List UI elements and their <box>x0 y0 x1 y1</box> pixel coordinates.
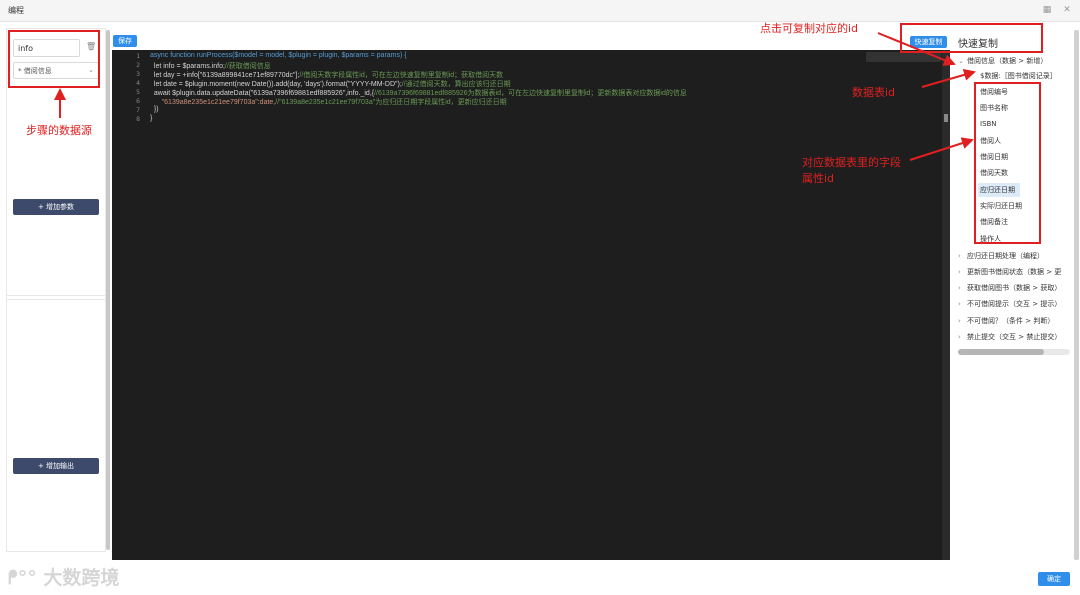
chevron-down-icon: ⌄ <box>958 57 964 65</box>
code-comment: //通过借阅天数，算出应该归还日期 <box>401 81 511 88</box>
grid-icon[interactable]: ▦ <box>1042 5 1052 15</box>
tree-node-label: 获取借阅图书（数据 > 获取） <box>967 284 1062 292</box>
chevron-right-icon: › <box>958 268 961 276</box>
tree-node[interactable]: › 应归还日期处理（编程） <box>958 251 1044 261</box>
line-number: 3 <box>136 70 140 78</box>
annotation-box-data-source <box>8 30 100 88</box>
line-number: 5 <box>136 88 140 96</box>
left-panel: info 🗑 * 借阅信息 ⌄ + 增加参数 + 增加输出 <box>6 28 106 552</box>
outputs-section: + 增加输出 <box>7 299 105 553</box>
tree-node[interactable]: › 更新图书借阅状态（数据 > 更 <box>958 267 1061 277</box>
code-line: }) <box>150 106 159 113</box>
code-comment: //借阅天数字段属性id，可在左边快速复制里复制id；获取借阅天数 <box>299 72 504 79</box>
tree-node-table[interactable]: $数据:［图书借阅记录］ <box>980 71 1057 81</box>
title-bar: 编程 ▦ ✕ <box>0 0 1080 22</box>
code-editor[interactable]: 1 2 3 4 5 6 7 8 async function runProces… <box>112 50 950 560</box>
tree-node[interactable]: › 获取借阅图书（数据 > 获取） <box>958 283 1061 293</box>
chevron-right-icon: › <box>958 317 961 325</box>
tree-horizontal-scrollbar[interactable] <box>958 349 1070 355</box>
annotation-field-id-line2: 属性id <box>802 172 835 185</box>
tree-node[interactable]: › 不可借阅提示（交互 > 提示） <box>958 299 1061 309</box>
annotation-box-fields <box>974 82 1041 244</box>
code-comment: //6139a7396f69881edf885926为数据表id，可在左边快速复… <box>374 90 687 97</box>
left-scrollbar[interactable] <box>106 30 110 550</box>
add-output-button[interactable]: + 增加输出 <box>13 458 99 474</box>
code-line: } <box>150 115 153 122</box>
annotation-data-source: 步骤的数据源 <box>26 124 92 137</box>
close-icon[interactable]: ✕ <box>1062 5 1072 15</box>
line-number: 4 <box>136 79 140 87</box>
ok-button[interactable]: 确定 <box>1038 572 1070 586</box>
code-comment: //获取借阅信息 <box>224 63 271 70</box>
add-param-button[interactable]: + 增加参数 <box>13 199 99 215</box>
window-title: 编程 <box>8 6 24 15</box>
editor-scrollbar[interactable] <box>942 50 950 560</box>
line-number: 2 <box>136 61 140 69</box>
code-text: await $plugin.data.updateData("6139a7396… <box>150 90 375 97</box>
tree-node-label: 更新图书借阅状态（数据 > 更 <box>967 268 1062 276</box>
line-number: 8 <box>136 115 140 123</box>
watermark-logo-icon: ᖰ°° <box>8 567 37 589</box>
line-number: 6 <box>136 97 140 105</box>
annotation-box-quick-copy <box>900 23 1043 53</box>
chevron-right-icon: › <box>958 300 961 308</box>
annotation-field-id-line1: 对应数据表里的字段 <box>802 156 901 169</box>
tree-node-label: 应归还日期处理（编程） <box>967 252 1044 260</box>
code-text: let date = $plugin.moment(new Date()).ad… <box>150 81 402 88</box>
tree-node-label: $数据:［图书借阅记录］ <box>980 72 1057 80</box>
line-number: 7 <box>136 106 140 114</box>
chevron-right-icon: › <box>958 284 961 292</box>
chevron-right-icon: › <box>958 252 961 260</box>
tree-node[interactable]: › 禁止提交（交互 > 禁止提交） <box>958 332 1061 342</box>
line-gutter: 1 2 3 4 5 6 7 8 <box>112 50 146 560</box>
code-text: let info = $params.info; <box>150 63 225 70</box>
code-line: async function runProcess($model = model… <box>150 52 407 59</box>
tree-node-label: 不可借阅提示（交互 > 提示） <box>967 300 1062 308</box>
watermark: ᖰ°° 大数跨境 <box>8 563 119 590</box>
annotation-table-id: 数据表id <box>852 86 896 99</box>
tree-node[interactable]: › 不可借阅？（条件 > 判断） <box>958 316 1054 326</box>
annotation-click-copy: 点击可复制对应的id <box>760 22 859 35</box>
editor-minimap[interactable] <box>866 52 941 62</box>
code-text: let day = +info["6139a899841ce71ef89770d… <box>150 72 300 79</box>
code-comment: //"6139a8e235e1c21ee79f703a"为应归还日期字段属性id… <box>275 99 507 106</box>
editor-scroll-thumb[interactable] <box>944 114 948 122</box>
tree-node-label: 禁止提交（交互 > 禁止提交） <box>967 333 1062 341</box>
code-line: "6139a8e235e1c21ee79f703a":date,//"6139a… <box>150 97 507 107</box>
save-button[interactable]: 保存 <box>113 35 137 47</box>
chevron-right-icon: › <box>958 333 961 341</box>
tree-node-label: 不可借阅？（条件 > 判断） <box>967 317 1055 325</box>
tree-node-root[interactable]: ⌄ 借阅信息（数据 > 新增） <box>958 56 1047 66</box>
watermark-text: 大数跨境 <box>43 567 120 589</box>
right-scrollbar[interactable] <box>1074 30 1079 560</box>
tree-scroll-thumb[interactable] <box>958 349 1044 355</box>
line-number: 1 <box>136 52 140 60</box>
tree-node-label: 借阅信息（数据 > 新增） <box>967 57 1048 65</box>
code-text: "6139a8e235e1c21ee79f703a":date, <box>150 99 276 106</box>
